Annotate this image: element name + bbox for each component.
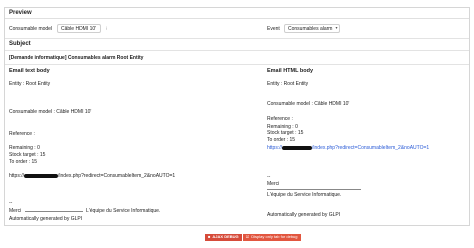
subject-divider — [5, 38, 469, 39]
subject-title: Subject — [9, 41, 31, 47]
consumable-model-label: Consumable model — [9, 26, 53, 32]
preview-title: Preview — [9, 10, 32, 16]
text-team: L'équipe du Service Informatique. — [86, 208, 161, 214]
checkbox-icon: ☑ — [245, 234, 250, 240]
html-to-order: To order : 15 — [267, 137, 296, 143]
debug-tab-toggle[interactable]: ☑ Display only tab for debug — [242, 234, 301, 241]
text-generated: Automatically generated by GLPI — [9, 216, 83, 222]
preview-divider — [5, 18, 469, 19]
html-link-suffix: /index.php?redirect=ConsumableItem_2&noA… — [312, 145, 430, 151]
text-to-order: To order : 15 — [9, 159, 38, 165]
text-reference: Reference : — [9, 131, 35, 137]
html-reference: Reference : — [267, 116, 293, 122]
html-entity: Entity : Root Entity — [267, 81, 309, 87]
html-body-title: Email HTML body — [267, 68, 314, 74]
html-stock-target: Stock target : 15 — [267, 130, 304, 136]
html-signature-rule — [267, 189, 361, 190]
html-merci: Merci — [267, 181, 280, 187]
info-icon[interactable]: ⁝ — [104, 24, 109, 33]
html-consumable-model: Consumable model : Câble HDMI 10' — [267, 101, 350, 107]
html-dashes: -- — [267, 174, 271, 180]
consumable-model-select[interactable]: Câble HDMI 10' — [57, 24, 101, 33]
text-body-title: Email text body — [9, 68, 50, 74]
text-consumable-model: Consumable model : Câble HDMI 10' — [9, 109, 92, 115]
text-link-suffix: /index.php?redirect=ConsumableItem_2&noA… — [58, 173, 176, 179]
notification-preview-panel: Preview Consumable model Câble HDMI 10' … — [4, 7, 470, 226]
text-link: https:// /index.php?redirect=ConsumableIt… — [9, 173, 175, 179]
text-dashes: -- — [9, 200, 13, 206]
event-value: Consumables alarm — [288, 25, 333, 32]
text-signature-rule — [24, 211, 83, 212]
subject-underline — [5, 50, 469, 51]
text-merci: Merci — [9, 208, 22, 214]
consumable-model-value: Câble HDMI 10' — [61, 25, 97, 32]
event-select[interactable]: Consumables alarm ▾ — [284, 24, 340, 33]
chevron-down-icon: ▾ — [335, 25, 338, 31]
bug-icon: ■ — [208, 234, 211, 240]
text-stock-target: Stock target : 15 — [9, 152, 46, 158]
bodies-divider — [5, 64, 469, 65]
redacted-host — [24, 173, 59, 178]
debug-tab-label: Display only tab for debug — [251, 234, 298, 240]
subject-value: [Demande informatique] Consumables alarm… — [9, 55, 144, 61]
redacted-host — [282, 145, 313, 150]
debug-bar: ■ AJAX DEBUG ☑ Display only tab for debu… — [205, 234, 301, 241]
ajax-debug-label: AJAX DEBUG — [212, 234, 239, 240]
text-signature: Merci L'équipe du Service Informatique. — [9, 208, 160, 214]
text-entity: Entity : Root Entity — [9, 81, 51, 87]
ajax-debug-button[interactable]: ■ AJAX DEBUG — [205, 234, 242, 241]
html-generated: Automatically generated by GLPI — [267, 212, 341, 218]
text-link-prefix: https:// — [9, 173, 25, 179]
html-link-prefix: https:// — [267, 145, 283, 151]
html-link[interactable]: https:// /index.php?redirect=ConsumableIt… — [267, 145, 429, 151]
html-team: L'équipe du Service Informatique. — [267, 192, 342, 198]
text-remaining: Remaining : 0 — [9, 145, 40, 151]
event-label: Event — [267, 26, 280, 32]
